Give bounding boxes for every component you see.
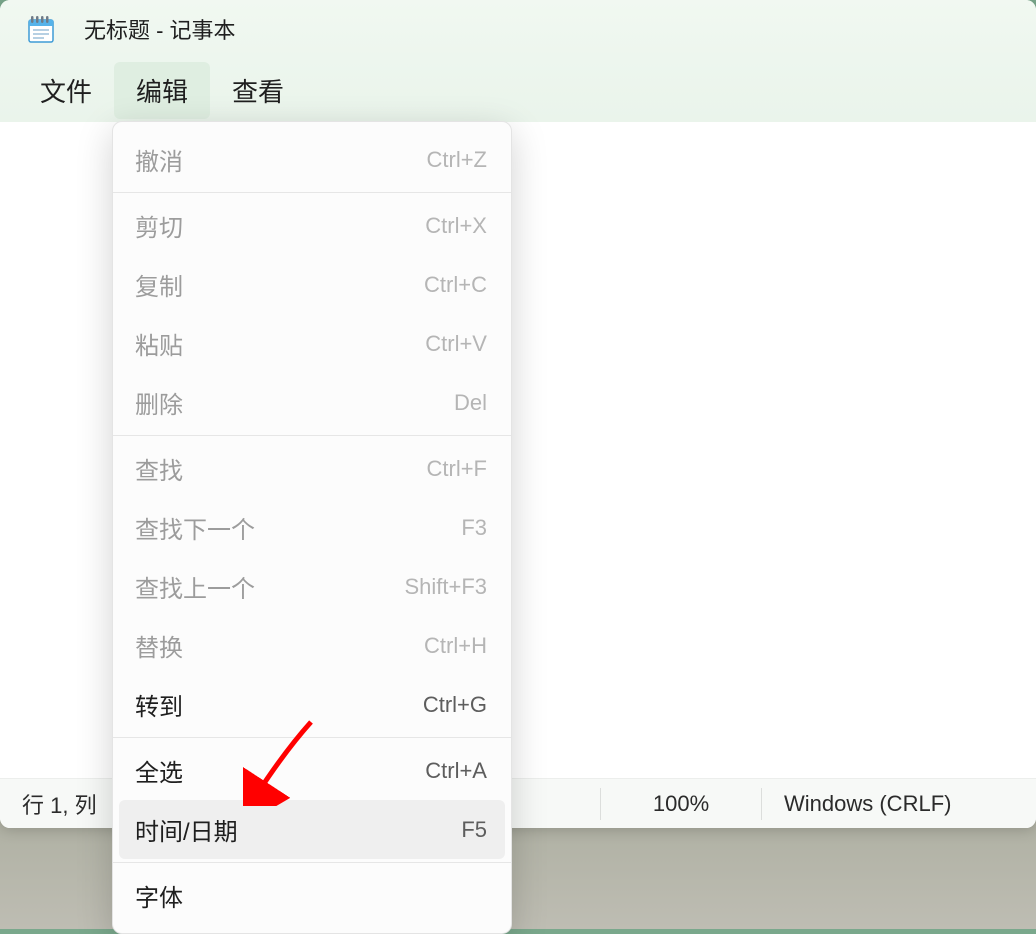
menu-item-shortcut: Ctrl+A	[425, 758, 487, 784]
menu-item-shortcut: F3	[461, 515, 487, 541]
menu-view[interactable]: 查看	[210, 62, 306, 119]
menu-item-undo[interactable]: 撤消 Ctrl+Z	[113, 130, 511, 189]
menu-item-shortcut: Ctrl+G	[423, 692, 487, 718]
window-title: 无标题 - 记事本	[84, 13, 236, 45]
menu-item-find[interactable]: 查找 Ctrl+F	[113, 439, 511, 498]
menu-file[interactable]: 文件	[18, 62, 114, 119]
menu-item-shortcut: F5	[461, 817, 487, 843]
menu-item-label: 查找	[135, 451, 183, 486]
menu-item-shortcut: Ctrl+Z	[427, 147, 488, 173]
menu-item-label: 复制	[135, 267, 183, 302]
menu-item-label: 查找上一个	[135, 569, 255, 604]
status-zoom: 100%	[601, 787, 761, 821]
menu-item-label: 时间/日期	[135, 812, 238, 847]
menu-item-label: 查找下一个	[135, 510, 255, 545]
menu-item-select-all[interactable]: 全选 Ctrl+A	[113, 741, 511, 800]
status-line-ending: Windows (CRLF)	[762, 787, 1036, 821]
menu-item-shortcut: Ctrl+V	[425, 331, 487, 357]
menu-item-font[interactable]: 字体	[113, 866, 511, 925]
menu-separator	[113, 435, 511, 436]
menu-item-label: 剪切	[135, 208, 183, 243]
menu-separator	[113, 192, 511, 193]
menu-item-goto[interactable]: 转到 Ctrl+G	[113, 675, 511, 734]
edit-dropdown-menu: 撤消 Ctrl+Z 剪切 Ctrl+X 复制 Ctrl+C 粘贴 Ctrl+V …	[112, 121, 512, 934]
menu-item-shortcut: Ctrl+F	[427, 456, 488, 482]
menu-edit[interactable]: 编辑	[114, 62, 210, 119]
menu-item-copy[interactable]: 复制 Ctrl+C	[113, 255, 511, 314]
menu-item-label: 撤消	[135, 142, 183, 177]
menu-item-shortcut: Del	[454, 390, 487, 416]
menu-item-replace[interactable]: 替换 Ctrl+H	[113, 616, 511, 675]
menu-item-label: 全选	[135, 753, 183, 788]
menu-separator	[113, 737, 511, 738]
menu-item-delete[interactable]: 删除 Del	[113, 373, 511, 432]
menu-item-label: 粘贴	[135, 326, 183, 361]
menu-item-shortcut: Shift+F3	[404, 574, 487, 600]
menu-item-paste[interactable]: 粘贴 Ctrl+V	[113, 314, 511, 373]
notepad-app-icon	[28, 15, 54, 43]
menu-item-cut[interactable]: 剪切 Ctrl+X	[113, 196, 511, 255]
menu-item-find-next[interactable]: 查找下一个 F3	[113, 498, 511, 557]
menu-item-label: 字体	[135, 878, 183, 913]
title-bar: 无标题 - 记事本	[0, 0, 1036, 58]
menu-item-label: 替换	[135, 628, 183, 663]
menu-item-shortcut: Ctrl+X	[425, 213, 487, 239]
menu-bar: 文件 编辑 查看	[0, 58, 1036, 122]
menu-item-time-date[interactable]: 时间/日期 F5	[119, 800, 505, 859]
menu-item-label: 删除	[135, 385, 183, 420]
menu-separator	[113, 862, 511, 863]
menu-item-shortcut: Ctrl+C	[424, 272, 487, 298]
menu-item-shortcut: Ctrl+H	[424, 633, 487, 659]
menu-item-find-prev[interactable]: 查找上一个 Shift+F3	[113, 557, 511, 616]
menu-item-label: 转到	[135, 687, 183, 722]
